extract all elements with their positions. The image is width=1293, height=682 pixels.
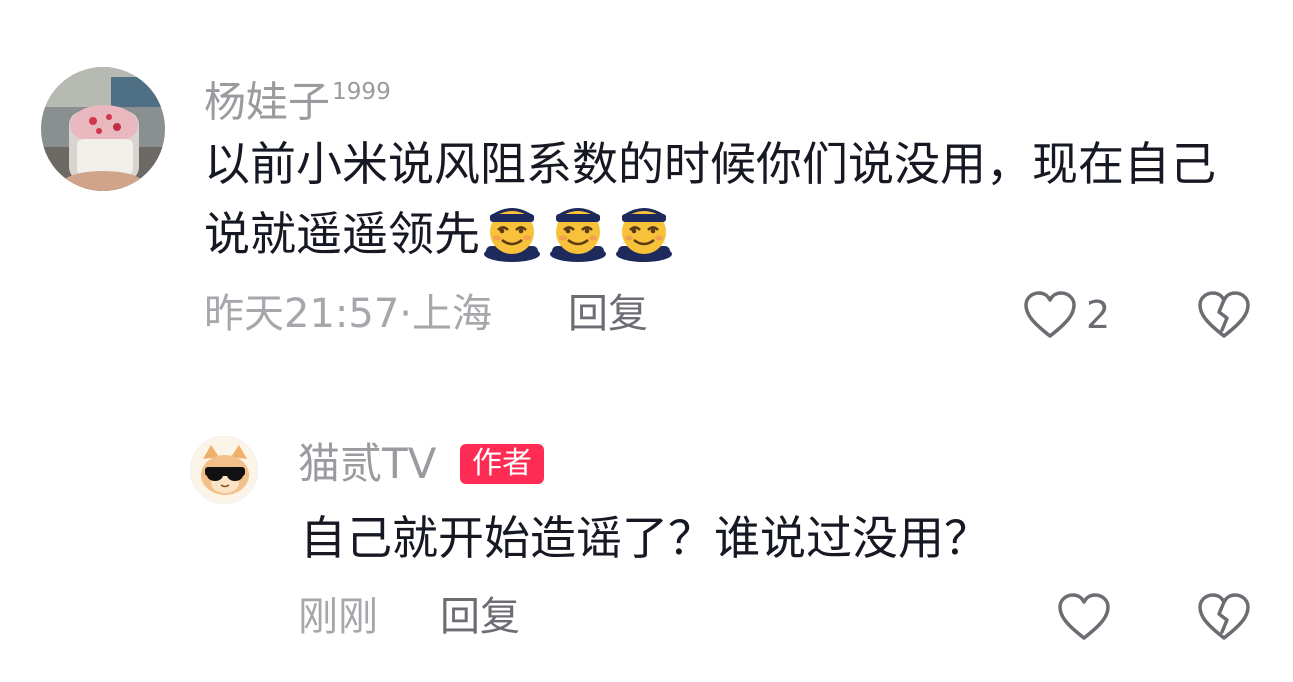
proud-face-emoji [616,208,672,262]
timestamp-location: 昨天21:57·上海 [204,291,492,337]
proud-face-emoji [484,208,540,262]
reply-button[interactable]: 回复 [568,290,648,338]
reply-button[interactable]: 回复 [440,593,520,641]
timestamp: 刚刚 [298,594,378,640]
like-count: 2 [1086,293,1111,337]
avatar-yangwazi[interactable] [41,67,165,191]
comment-body: 以前小米说风阻系数的时候你们说没用，现在自己说就遥遥领先 [204,137,1216,261]
comment-text: 以前小米说风阻系数的时候你们说没用，现在自己说就遥遥领先 [204,130,1224,280]
comment-2-reply: 猫贰TV 作者 自己就开始造谣了？谁说过没用？ 刚刚 回复 [0,400,1293,682]
dislike-button[interactable] [1196,290,1252,340]
dislike-button[interactable] [1196,592,1252,642]
author-badge: 作者 [460,444,544,484]
like-button[interactable] [1022,290,1078,340]
username[interactable]: 猫贰TV [298,440,436,488]
proud-face-emoji [550,208,606,262]
broken-heart-icon [1198,593,1250,640]
username-text: 杨娃子 [204,77,331,127]
username-superscript: 1999 [332,79,391,105]
comment-1: 杨娃子1999 以前小米说风阻系数的时候你们说没用，现在自己说就遥遥领先 昨天2… [0,0,1293,360]
heart-icon [1058,593,1110,640]
comment-text: 自己就开始造谣了？谁说过没用？ [300,511,990,565]
broken-heart-icon [1198,291,1250,338]
emoji-group [480,198,678,280]
username[interactable]: 杨娃子1999 [204,68,391,126]
heart-icon [1024,291,1076,338]
avatar-maoer-tv[interactable] [190,436,258,504]
like-button[interactable] [1056,592,1112,642]
